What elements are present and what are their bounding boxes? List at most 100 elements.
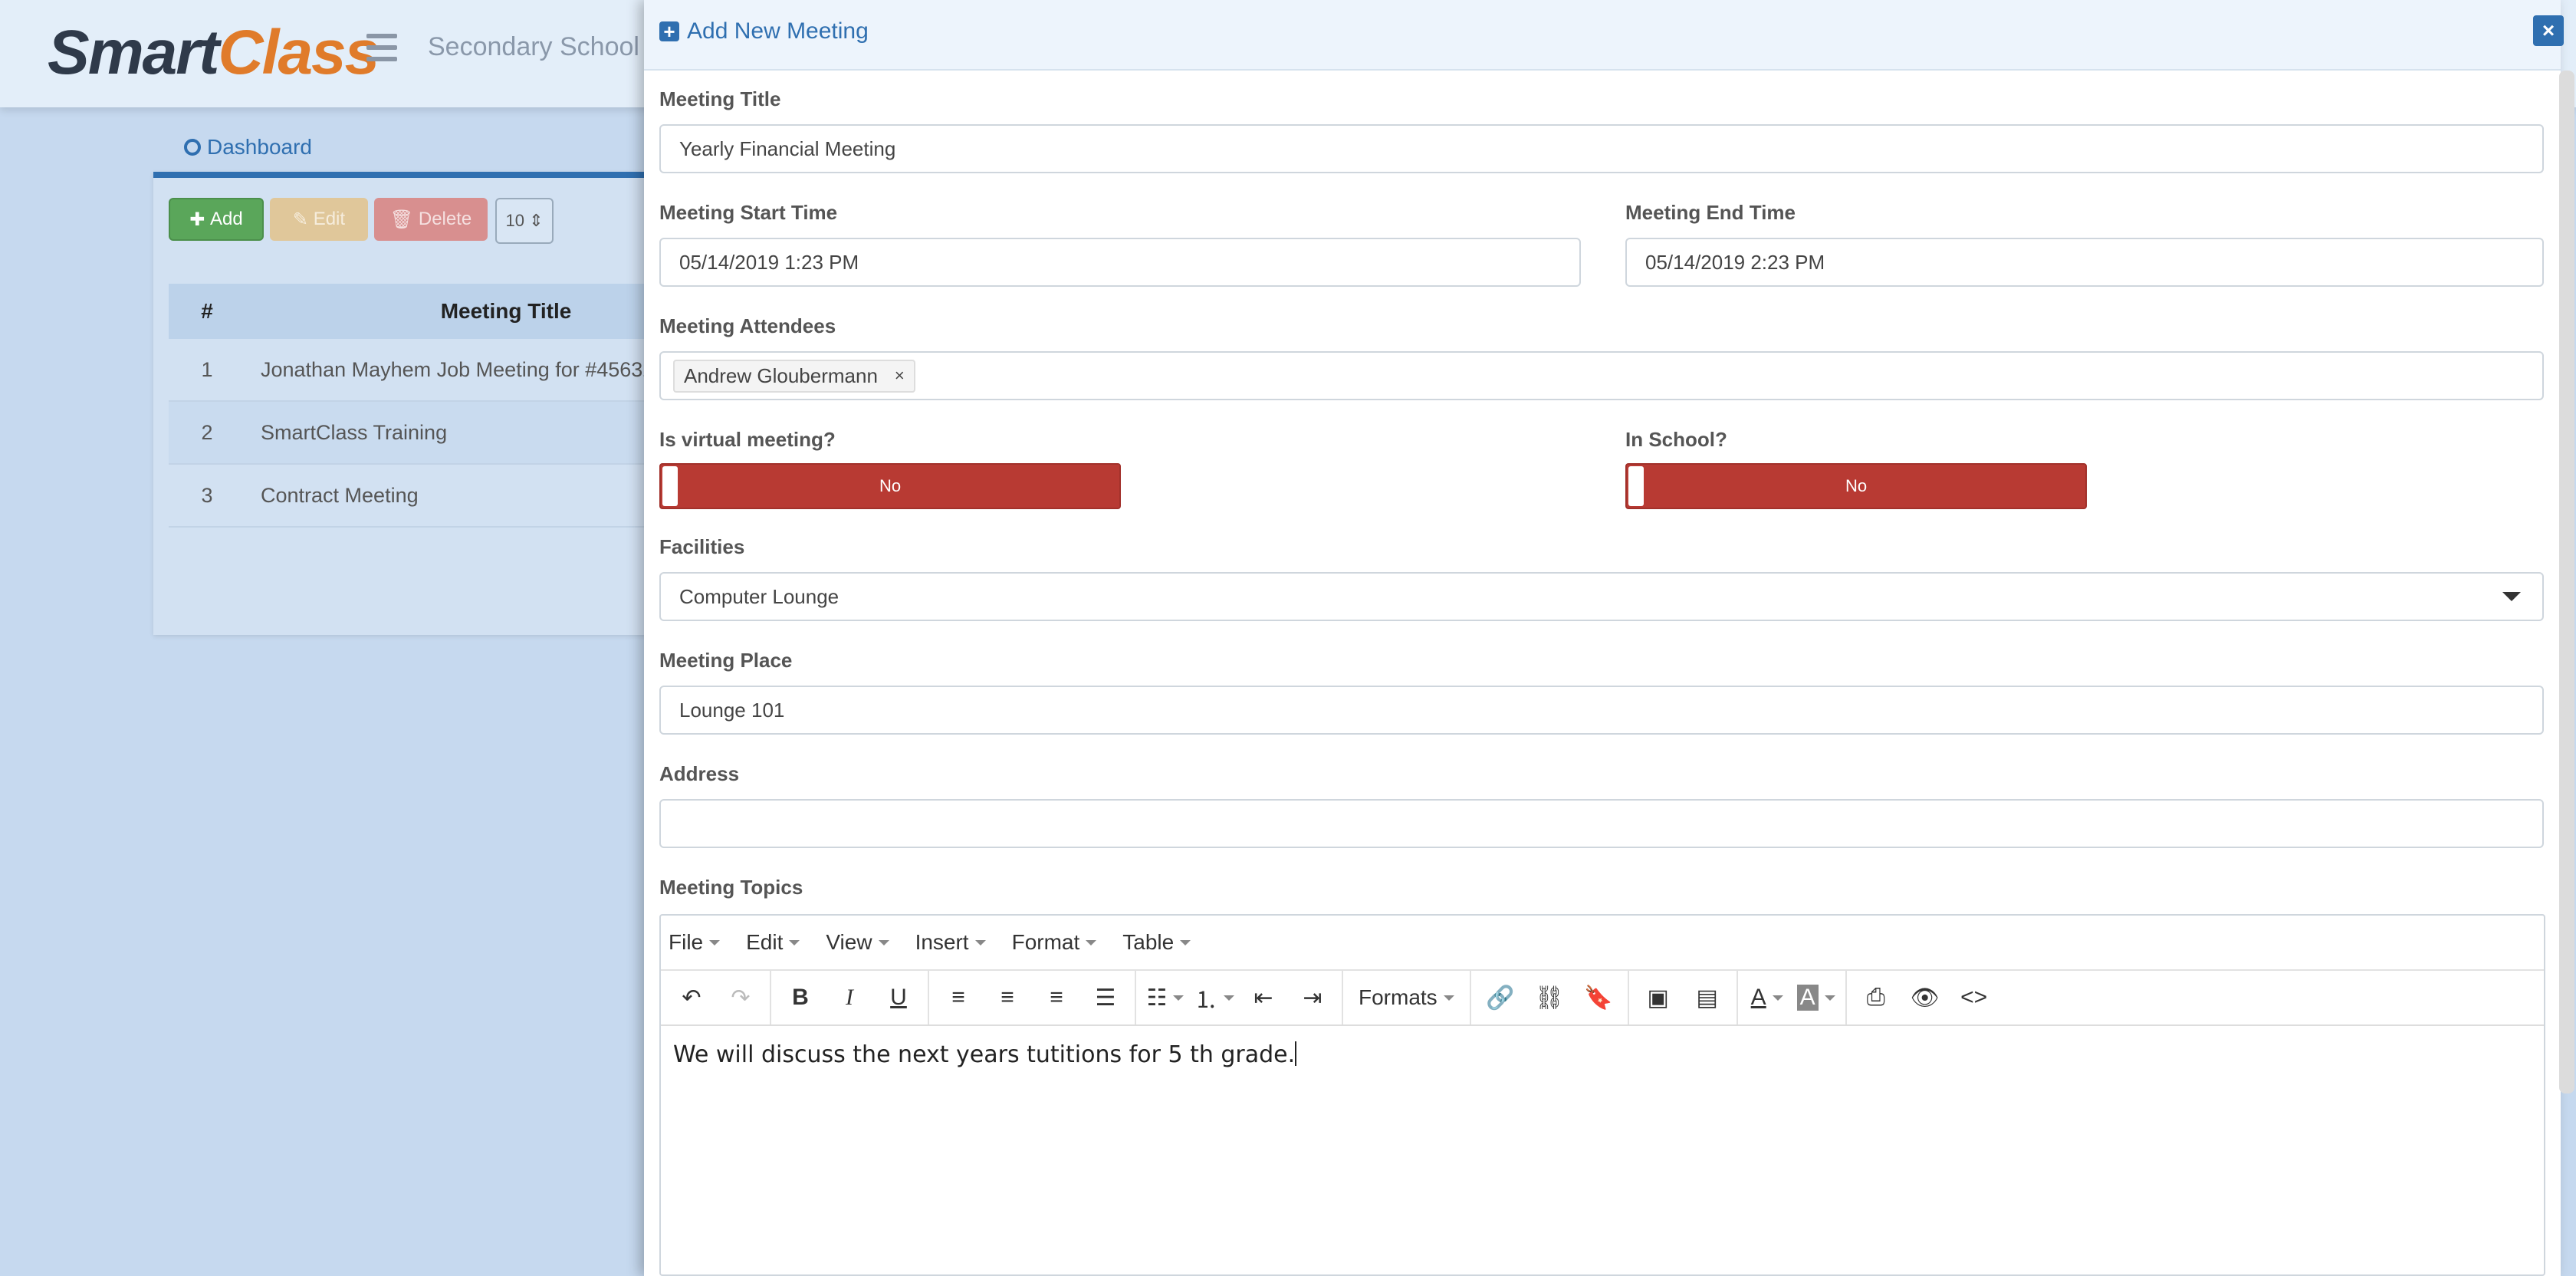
row-number: 2 — [201, 420, 213, 444]
text-cursor — [1295, 1041, 1297, 1066]
attendee-tag: Andrew Gloubermann × — [673, 359, 915, 393]
meeting-title-input[interactable]: Yearly Financial Meeting — [659, 124, 2544, 173]
media-icon[interactable]: ▤ — [1683, 975, 1732, 1020]
menu-label: View — [826, 930, 872, 954]
align-justify-icon[interactable]: ☰ — [1081, 975, 1130, 1020]
end-time-label: Meeting End Time — [1625, 201, 1796, 224]
chevron-down-icon — [789, 939, 800, 945]
text-color-icon[interactable]: A — [1743, 975, 1792, 1020]
redo-icon[interactable]: ↷ — [716, 975, 765, 1020]
modal-title-text: Add New Meeting — [687, 18, 869, 44]
align-center-icon[interactable]: ≡ — [983, 975, 1032, 1020]
in-school-label: In School? — [1625, 428, 1727, 451]
indent-icon[interactable]: ⇥ — [1288, 975, 1337, 1020]
modal-header: + Add New Meeting × — [644, 0, 2564, 71]
edit-icon: ✎ — [292, 209, 314, 230]
add-button-label: Add — [210, 209, 243, 229]
editor-content[interactable]: We will discuss the next years tutitions… — [661, 1026, 2544, 1084]
edit-button[interactable]: ✎ Edit — [270, 198, 368, 241]
link-icon[interactable]: 🔗 — [1476, 975, 1525, 1020]
row-title: SmartClass Training — [261, 420, 448, 444]
meetings-card: ✚ Add ✎ Edit 🗑 Delete 10 ⇕ # Meeting Tit… — [153, 172, 690, 635]
numbered-list-icon[interactable]: ⒈ — [1190, 975, 1239, 1020]
bookmark-icon[interactable]: 🔖 — [1574, 975, 1623, 1020]
start-time-label: Meeting Start Time — [659, 201, 838, 224]
breadcrumb[interactable]: Dashboard — [184, 135, 312, 160]
school-name: Secondary School · 2 — [428, 32, 678, 61]
plus-square-icon: + — [659, 21, 679, 41]
attendees-input[interactable]: Andrew Gloubermann × — [659, 351, 2544, 400]
virtual-meeting-toggle[interactable]: No — [659, 463, 1121, 509]
row-title: Jonathan Mayhem Job Meeting for #45632 — [261, 357, 655, 381]
menu-insert[interactable]: Insert — [915, 930, 986, 955]
editor-menubar: File Edit View Insert Format Table — [661, 916, 2544, 971]
chevron-down-icon — [878, 939, 889, 945]
meeting-place-value: Lounge 101 — [679, 698, 785, 722]
meetings-table: # Meeting Title 1 Jonathan Mayhem Job Me… — [169, 284, 690, 528]
outdent-icon[interactable]: ⇤ — [1239, 975, 1288, 1020]
app-logo[interactable]: SmartClass — [48, 17, 380, 89]
delete-button[interactable]: 🗑 Delete — [374, 198, 488, 241]
edit-button-label: Edit — [313, 209, 346, 229]
column-header-title[interactable]: Meeting Title — [245, 299, 690, 324]
end-time-input[interactable]: 05/14/2019 2:23 PM — [1625, 238, 2544, 287]
page-size-select[interactable]: 10 ⇕ — [495, 198, 554, 244]
formats-label: Formats — [1359, 985, 1438, 1009]
modal-scrollbar[interactable] — [2559, 71, 2574, 1093]
chevron-down-icon — [2502, 592, 2521, 601]
editor-toolbar: ↶ ↷ B I U ≡ ≡ ≡ ☰ ☷ ⒈ ⇤ ⇥ Formats 🔗 ⛓ 🔖 … — [661, 971, 2544, 1026]
dashboard-icon — [184, 139, 201, 156]
image-icon[interactable]: ▣ — [1634, 975, 1683, 1020]
close-button[interactable]: × — [2533, 15, 2564, 46]
add-meeting-modal: + Add New Meeting × Meeting Title Yearly… — [644, 0, 2564, 1276]
breadcrumb-label: Dashboard — [207, 135, 312, 159]
table-header: # Meeting Title — [169, 284, 690, 339]
facilities-select[interactable]: Computer Lounge — [659, 572, 2544, 621]
add-button[interactable]: ✚ Add — [169, 198, 264, 241]
menu-table[interactable]: Table — [1122, 930, 1191, 955]
in-school-toggle[interactable]: No — [1625, 463, 2087, 509]
modal-title: + Add New Meeting — [659, 18, 869, 44]
virtual-meeting-label: Is virtual meeting? — [659, 428, 836, 451]
address-input[interactable] — [659, 799, 2544, 848]
menu-format[interactable]: Format — [1012, 930, 1097, 955]
meeting-title-label: Meeting Title — [659, 87, 781, 110]
meeting-place-input[interactable]: Lounge 101 — [659, 686, 2544, 735]
preview-icon[interactable]: 👁 — [1901, 975, 1950, 1020]
formats-dropdown[interactable]: Formats — [1348, 975, 1465, 1020]
background-color-icon[interactable]: A — [1792, 975, 1841, 1020]
facilities-value: Computer Lounge — [679, 584, 840, 608]
align-right-icon[interactable]: ≡ — [1032, 975, 1081, 1020]
remove-attendee-icon[interactable]: × — [895, 366, 905, 386]
meetings-panel: Dashboard ✚ Add ✎ Edit 🗑 Delete 10 ⇕ # M… — [153, 130, 690, 635]
italic-icon[interactable]: I — [825, 975, 874, 1020]
table-row[interactable]: 1 Jonathan Mayhem Job Meeting for #45632 — [169, 339, 690, 402]
logo-text-class: Class — [218, 18, 380, 87]
menu-edit[interactable]: Edit — [746, 930, 800, 955]
source-code-icon[interactable]: <> — [1950, 975, 1999, 1020]
unlink-icon[interactable]: ⛓ — [1525, 975, 1574, 1020]
menu-label: Edit — [746, 930, 784, 954]
table-row[interactable]: 3 Contract Meeting — [169, 465, 690, 528]
start-time-value: 05/14/2019 1:23 PM — [679, 250, 859, 274]
hamburger-menu-icon[interactable] — [366, 34, 397, 61]
chevron-down-icon — [1086, 939, 1097, 945]
bold-icon[interactable]: B — [776, 975, 825, 1020]
facilities-label: Facilities — [659, 535, 745, 558]
bullet-list-icon[interactable]: ☷ — [1141, 975, 1190, 1020]
menu-file[interactable]: File — [669, 930, 721, 955]
delete-button-label: Delete — [418, 209, 472, 229]
sort-arrows-icon: ⇕ — [529, 211, 544, 230]
start-time-input[interactable]: 05/14/2019 1:23 PM — [659, 238, 1581, 287]
menu-view[interactable]: View — [826, 930, 889, 955]
plus-icon: ✚ — [189, 209, 211, 230]
table-row[interactable]: 2 SmartClass Training — [169, 402, 690, 465]
align-left-icon[interactable]: ≡ — [934, 975, 983, 1020]
column-header-number[interactable]: # — [169, 299, 245, 324]
undo-icon[interactable]: ↶ — [667, 975, 716, 1020]
underline-icon[interactable]: U — [874, 975, 923, 1020]
print-icon[interactable]: ⎙ — [1852, 975, 1901, 1020]
end-time-value: 05/14/2019 2:23 PM — [1645, 250, 1825, 274]
row-number: 1 — [201, 357, 213, 381]
toggle-knob — [662, 466, 678, 506]
